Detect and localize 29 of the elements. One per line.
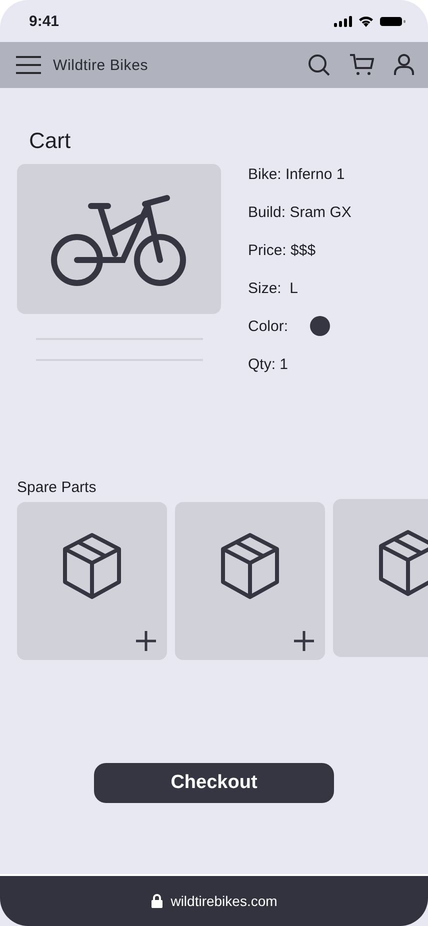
plus-icon bbox=[135, 630, 157, 652]
signal-icon bbox=[334, 16, 352, 26]
color-swatch[interactable] bbox=[310, 316, 330, 336]
detail-text: Price: $$$ bbox=[248, 242, 316, 258]
detail-label: Color: bbox=[248, 318, 288, 334]
box-icon bbox=[220, 532, 280, 600]
detail-text: Qty: 1 bbox=[248, 356, 288, 372]
detail-text: Bike: Inferno 1 bbox=[248, 166, 345, 182]
menu-icon[interactable] bbox=[16, 55, 41, 75]
lock-icon bbox=[150, 894, 163, 908]
bicycle-icon bbox=[51, 192, 187, 286]
box-icon bbox=[62, 532, 122, 600]
checkout-button[interactable]: Checkout bbox=[94, 763, 334, 803]
url-text[interactable]: wildtirebikes.com bbox=[170, 893, 278, 909]
wifi-icon bbox=[358, 15, 374, 27]
site-title[interactable]: Wildtire Bikes bbox=[53, 56, 296, 74]
part-card[interactable] bbox=[175, 502, 325, 660]
search-icon[interactable] bbox=[308, 54, 330, 76]
part-card[interactable] bbox=[17, 502, 167, 660]
detail-text: Build: Sram GX bbox=[248, 204, 352, 220]
section-title: Spare Parts bbox=[17, 479, 98, 496]
account-icon[interactable] bbox=[394, 54, 414, 76]
battery-icon bbox=[380, 16, 406, 26]
detail-text: Size: L bbox=[248, 280, 298, 296]
cart-icon[interactable] bbox=[350, 54, 374, 76]
page-title: Cart bbox=[29, 128, 72, 154]
plus-icon bbox=[293, 630, 315, 652]
box-icon bbox=[378, 529, 428, 597]
status-time: 9:41 bbox=[29, 12, 60, 30]
